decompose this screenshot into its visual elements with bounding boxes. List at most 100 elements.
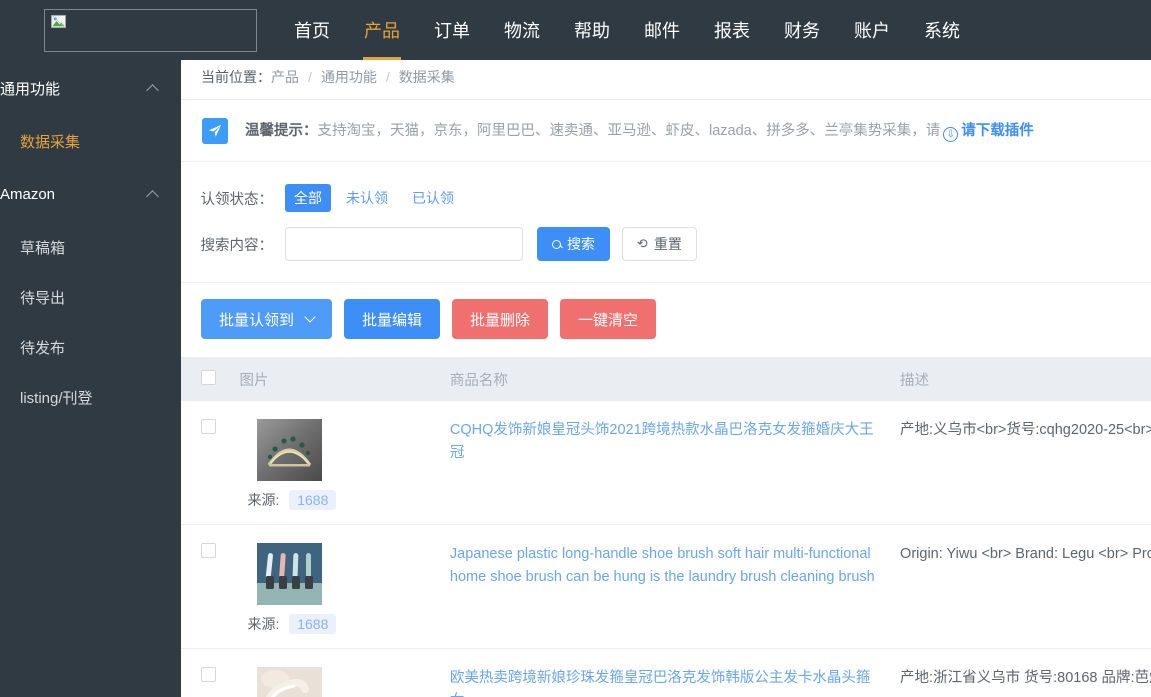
- reset-button[interactable]: ⟳ 重置: [622, 227, 697, 261]
- filter-panel: 认领状态： 全部 未认领 已认领 搜索内容： 搜索 ⟳ 重置: [181, 162, 1151, 283]
- row-name-cell: CQHQ发饰新娘皇冠头饰2021跨境热款水晶巴洛克女发箍婚庆大王冠: [449, 401, 901, 525]
- filter-row-search: 搜索内容： 搜索 ⟳ 重置: [181, 224, 1151, 264]
- product-data-table: 图片 商品名称 描述 来源: 1688 CQHQ发饰新娘皇冠头饰2021跨境热款…: [181, 357, 1151, 697]
- row-checkbox[interactable]: [201, 667, 216, 682]
- product-thumbnail-crown[interactable]: [257, 419, 323, 481]
- sidebar-group-amazon[interactable]: Amazon: [0, 166, 181, 222]
- nav-label: 订单: [434, 21, 470, 41]
- logo-placeholder[interactable]: [44, 8, 257, 52]
- row-select-cell: [181, 648, 240, 697]
- sidebar-group-general[interactable]: 通用功能: [0, 60, 181, 116]
- breadcrumb-item-1[interactable]: 通用功能: [321, 67, 377, 87]
- row-checkbox[interactable]: [201, 419, 216, 434]
- nav-item-6[interactable]: 报表: [697, 0, 767, 60]
- product-description: 产地:义乌市<br>货号:cqhg2020-25<br>品牌:cha 钻<br>…: [900, 422, 1151, 438]
- thumbnail-wrapper: 来源: 1688: [239, 667, 449, 697]
- sidebar-group-label: 通用功能: [0, 80, 61, 98]
- sidebar-item-data-collection[interactable]: 数据采集: [0, 116, 181, 166]
- nav-item-4[interactable]: 帮助: [557, 0, 627, 60]
- download-plugin-link[interactable]: 请下载插件: [961, 123, 1034, 139]
- sidebar: 通用功能 数据采集 Amazon 草稿箱 待导出 待发布 listing/刊登: [0, 60, 181, 697]
- row-name-cell: Japanese plastic long-handle shoe brush …: [449, 524, 901, 649]
- nav-item-0[interactable]: 首页: [277, 0, 347, 60]
- nav-label: 报表: [714, 21, 750, 41]
- select-all-header: [181, 357, 240, 401]
- row-name-cell: 欧美热卖跨境新娘珍珠发箍皇冠巴洛克发饰韩版公主发卡水晶头箍女: [449, 648, 901, 697]
- search-input[interactable]: [285, 227, 523, 261]
- product-name-link[interactable]: CQHQ发饰新娘皇冠头饰2021跨境热款水晶巴洛克女发箍婚庆大王冠: [450, 419, 900, 465]
- source-label: 来源:: [247, 492, 280, 508]
- source-label: 来源:: [247, 616, 280, 632]
- breadcrumb: 当前位置： 产品 / 通用功能 / 数据采集: [181, 55, 1151, 100]
- status-filter-unclaimed[interactable]: 未认领: [337, 184, 397, 212]
- row-checkbox[interactable]: [201, 543, 216, 558]
- status-filter-all[interactable]: 全部: [285, 184, 331, 212]
- nav-item-7[interactable]: 财务: [767, 0, 837, 60]
- nav-item-3[interactable]: 物流: [487, 0, 557, 60]
- app-root: 首页 产品 订单 物流 帮助 邮件 报表 财务 账户 系统 通用功能 数据采集 …: [0, 0, 1151, 697]
- product-name-link[interactable]: 欧美热卖跨境新娘珍珠发箍皇冠巴洛克发饰韩版公主发卡水晶头箍女: [450, 667, 900, 697]
- sidebar-item-drafts[interactable]: 草稿箱: [0, 222, 181, 272]
- page-body: 温馨提示：支持淘宝，天猫，京东，阿里巴巴、速卖通、亚马逊、虾皮、lazada、拼…: [181, 100, 1151, 697]
- nav-label: 首页: [294, 21, 330, 41]
- bulk-delete-button[interactable]: 批量删除: [452, 299, 549, 339]
- chevron-up-icon: [146, 189, 159, 203]
- nav-item-8[interactable]: 账户: [837, 0, 907, 60]
- product-thumbnail-pearl-headband[interactable]: [257, 667, 323, 697]
- top-nav-items: 首页 产品 订单 物流 帮助 邮件 报表 财务 账户 系统: [277, 0, 977, 60]
- product-description: Origin: Yiwu <br> Brand: Legu <br> Produ…: [900, 546, 1151, 562]
- breadcrumb-separator: /: [308, 69, 312, 85]
- product-description: 产地:浙江省义乌市 货号:80168 品牌:芭炫饰品 颜色: 色底,A款,B款,…: [900, 670, 1151, 686]
- row-select-cell: [181, 401, 240, 525]
- reset-button-label: 重置: [653, 236, 682, 252]
- nav-item-5[interactable]: 邮件: [627, 0, 697, 60]
- search-button-label: 搜索: [567, 236, 595, 252]
- table-body: 来源: 1688 CQHQ发饰新娘皇冠头饰2021跨境热款水晶巴洛克女发箍婚庆大…: [181, 401, 1151, 697]
- breadcrumb-item-0[interactable]: 产品: [271, 67, 299, 87]
- top-navigation-bar: 首页 产品 订单 物流 帮助 邮件 报表 财务 账户 系统: [0, 0, 1151, 60]
- product-name-link[interactable]: Japanese plastic long-handle shoe brush …: [450, 543, 900, 589]
- tip-text: 温馨提示：支持淘宝，天猫，京东，阿里巴巴、速卖通、亚马逊、虾皮、lazada、拼…: [245, 119, 1034, 142]
- tip-banner: 温馨提示：支持淘宝，天猫，京东，阿里巴巴、速卖通、亚马逊、虾皮、lazada、拼…: [181, 100, 1151, 162]
- tip-body: 支持淘宝，天猫，京东，阿里巴巴、速卖通、亚马逊、虾皮、lazada、拼多多、兰亭…: [317, 123, 941, 139]
- nav-item-1[interactable]: 产品: [347, 0, 417, 60]
- nav-item-2[interactable]: 订单: [417, 0, 487, 60]
- main-content: 当前位置： 产品 / 通用功能 / 数据采集 温馨提示：支持淘宝，天猫，京东，阿…: [181, 55, 1151, 697]
- thumbnail-wrapper: 来源: 1688: [239, 419, 449, 510]
- status-filter-claimed[interactable]: 已认领: [403, 184, 463, 212]
- breadcrumb-item-2[interactable]: 数据采集: [399, 67, 455, 87]
- data-table-container: 图片 商品名称 描述 来源: 1688 CQHQ发饰新娘皇冠头饰2021跨境热款…: [181, 357, 1151, 697]
- status-filter-group: 全部 未认领 已认领: [285, 184, 463, 212]
- nav-label: 账户: [854, 21, 890, 41]
- tip-strong: 温馨提示：: [245, 123, 318, 139]
- bulk-delete-label: 批量删除: [470, 311, 531, 329]
- table-row[interactable]: 来源: 1688 欧美热卖跨境新娘珍珠发箍皇冠巴洛克发饰韩版公主发卡水晶头箍女 …: [181, 648, 1151, 697]
- sidebar-item-to-export[interactable]: 待导出: [0, 272, 181, 322]
- table-row[interactable]: 来源: 1688 CQHQ发饰新娘皇冠头饰2021跨境热款水晶巴洛克女发箍婚庆大…: [181, 401, 1151, 525]
- table-head: 图片 商品名称 描述: [181, 357, 1151, 401]
- sidebar-item-label: listing/刊登: [20, 389, 93, 407]
- sidebar-item-listing[interactable]: listing/刊登: [0, 372, 181, 422]
- sidebar-item-to-publish[interactable]: 待发布: [0, 322, 181, 372]
- source-line: 来源: 1688: [244, 614, 449, 634]
- status-filter-label: 认领状态：: [200, 191, 274, 208]
- nav-label: 物流: [504, 21, 540, 41]
- search-button[interactable]: 搜索: [537, 227, 610, 261]
- bulk-edit-button[interactable]: 批量编辑: [344, 299, 441, 339]
- thumbnail-wrapper: 来源: 1688: [239, 543, 449, 634]
- clear-all-label: 一键清空: [578, 311, 639, 329]
- table-row[interactable]: 来源: 1688 Japanese plastic long-handle sh…: [181, 524, 1151, 649]
- paper-plane-icon: [202, 117, 228, 144]
- product-thumbnail-shoe-brushes[interactable]: [257, 543, 323, 605]
- source-line: 来源: 1688: [244, 490, 449, 510]
- sidebar-item-label: 数据采集: [20, 133, 81, 151]
- row-desc-cell: 产地:浙江省义乌市 货号:80168 品牌:芭炫饰品 颜色: 色底,A款,B款,…: [900, 648, 1151, 697]
- chevron-down-icon: [304, 311, 316, 323]
- clear-all-button[interactable]: 一键清空: [560, 299, 657, 339]
- nav-label: 帮助: [574, 21, 610, 41]
- refresh-icon: ⟳: [637, 236, 648, 251]
- select-all-checkbox[interactable]: [201, 369, 216, 385]
- row-desc-cell: Origin: Yiwu <br> Brand: Legu <br> Produ…: [900, 524, 1151, 649]
- bulk-claim-button[interactable]: 批量认领到: [201, 299, 333, 339]
- nav-item-9[interactable]: 系统: [907, 0, 977, 60]
